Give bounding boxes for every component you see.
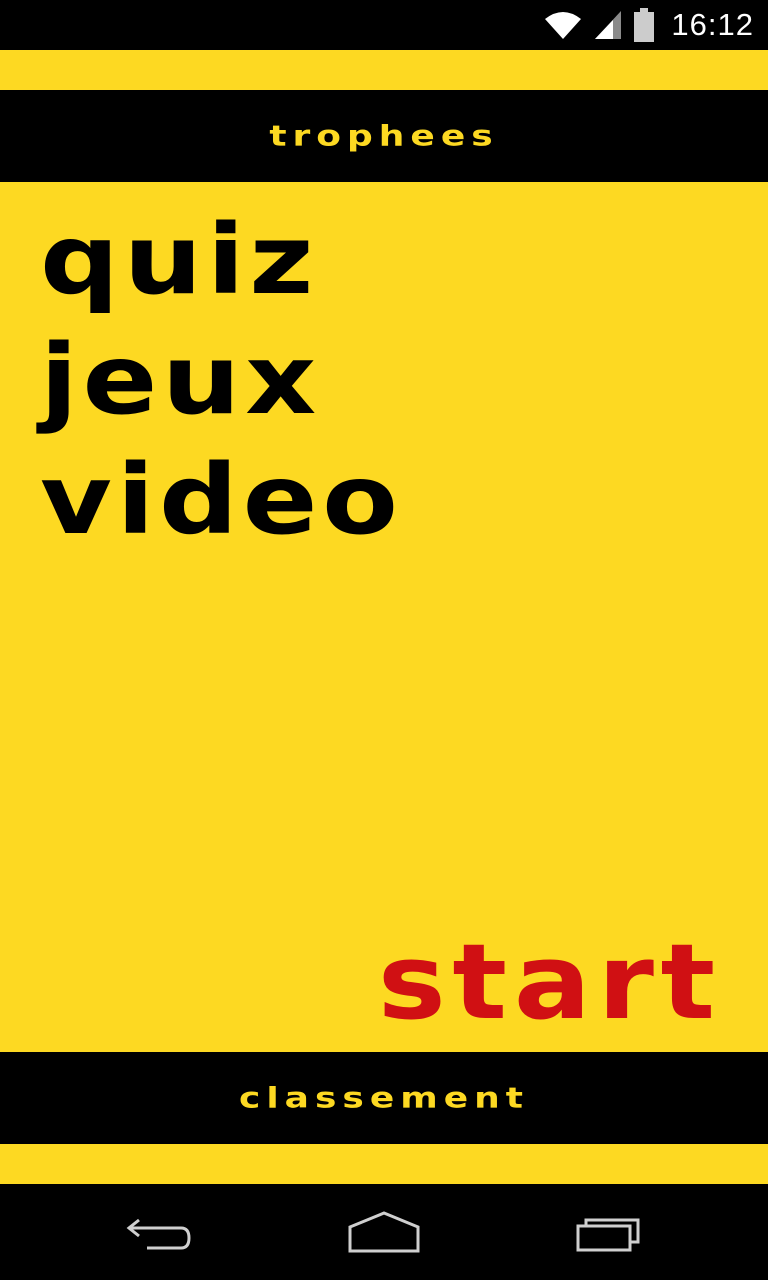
menu-item-quiz[interactable]: Quiz — [40, 200, 403, 320]
status-bar: 16:12 — [0, 0, 768, 50]
wifi-icon — [545, 12, 582, 39]
ranking-button[interactable]: Classement — [0, 1052, 768, 1144]
back-icon — [126, 1218, 191, 1250]
menu-item-jeux[interactable]: Jeux — [40, 320, 403, 440]
trophies-label: Trophees — [269, 119, 499, 153]
start-button[interactable]: Start — [378, 930, 722, 1034]
clock: 16:12 — [671, 7, 754, 42]
menu-item-video[interactable]: Video — [40, 440, 403, 560]
recents-icon — [576, 1218, 640, 1252]
recents-button[interactable] — [510, 1184, 710, 1280]
signal-icon — [595, 11, 622, 39]
ranking-label: Classement — [238, 1081, 529, 1115]
navigation-bar — [0, 1184, 768, 1280]
screen: 16:12 Trophees Quiz Jeux Video Start Cla… — [0, 0, 768, 1280]
battery-icon — [634, 8, 655, 42]
back-button[interactable] — [60, 1184, 260, 1280]
home-button[interactable] — [284, 1184, 484, 1280]
category-menu: Quiz Jeux Video — [40, 200, 398, 560]
home-icon — [348, 1211, 420, 1253]
trophies-button[interactable]: Trophees — [0, 90, 768, 182]
